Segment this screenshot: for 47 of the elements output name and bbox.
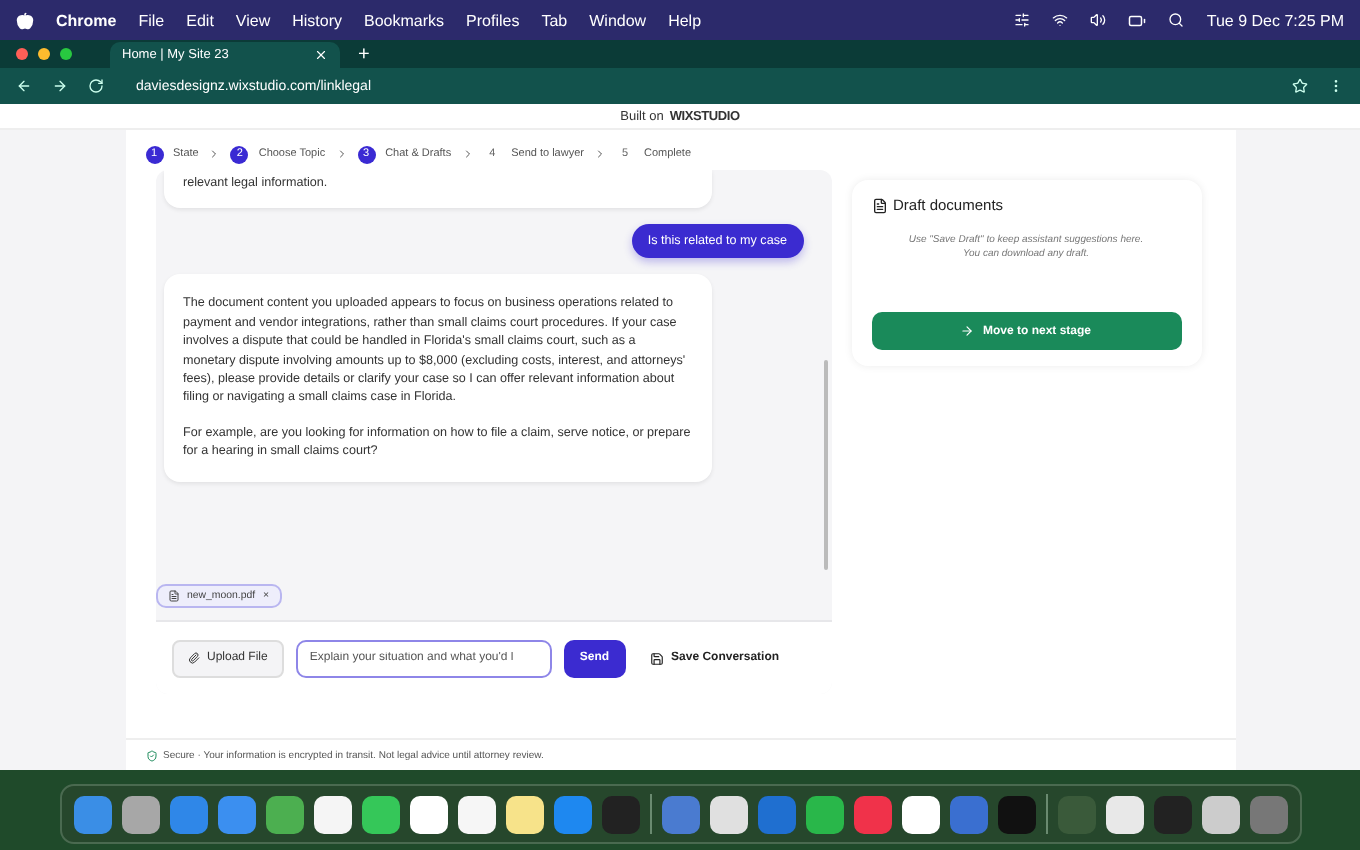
search-icon[interactable] xyxy=(1168,12,1185,28)
app-icon[interactable] xyxy=(709,795,747,833)
document-icon xyxy=(871,197,887,213)
wifi-icon[interactable] xyxy=(1052,12,1069,28)
bookmark-icon[interactable] xyxy=(1292,78,1308,94)
app-icon[interactable] xyxy=(313,795,351,833)
file-icon xyxy=(167,589,179,601)
app-icon[interactable] xyxy=(457,795,495,833)
app-icon[interactable] xyxy=(361,795,399,833)
menu-item[interactable]: Profiles xyxy=(466,11,520,29)
chevron-icon xyxy=(593,148,606,160)
menu-item[interactable]: File xyxy=(138,11,165,29)
app-icon[interactable] xyxy=(1105,795,1143,833)
shield-icon xyxy=(145,749,157,761)
apple-icon[interactable] xyxy=(16,11,34,29)
menu-item[interactable]: Bookmarks xyxy=(364,11,445,29)
menu-item[interactable]: Chrome xyxy=(56,11,117,29)
minimize-window-icon[interactable] xyxy=(38,48,50,60)
controls-icon[interactable] xyxy=(1014,12,1031,28)
battery-icon[interactable] xyxy=(1128,11,1147,29)
app-icon[interactable] xyxy=(505,795,543,833)
chevron-icon xyxy=(335,148,348,160)
chevron-icon xyxy=(208,148,221,160)
menu-item[interactable]: Window xyxy=(589,11,647,29)
close-window-icon[interactable] xyxy=(16,48,28,60)
volume-icon[interactable] xyxy=(1090,12,1107,28)
menu-item[interactable]: Tab xyxy=(541,11,568,29)
paperclip-icon xyxy=(187,652,199,664)
menu-item[interactable]: Edit xyxy=(186,11,214,29)
zoom-window-icon[interactable] xyxy=(60,48,72,60)
reload-icon[interactable] xyxy=(88,78,104,94)
scrollbar-thumb[interactable] xyxy=(823,360,827,570)
back-icon[interactable] xyxy=(16,78,32,94)
clock[interactable]: Tue 9 Dec 7:25 PM xyxy=(1206,11,1344,29)
arrow-icon xyxy=(960,324,975,338)
menu-item[interactable]: Help xyxy=(668,11,702,29)
app-icon[interactable] xyxy=(901,795,939,833)
menu-item[interactable]: History xyxy=(292,11,343,29)
menu-item[interactable]: View xyxy=(235,11,271,29)
app-icon[interactable] xyxy=(1201,795,1239,833)
new-tab-button[interactable]: + xyxy=(358,44,370,66)
app-icon[interactable] xyxy=(409,795,447,833)
save-icon xyxy=(649,651,664,665)
app-icon[interactable] xyxy=(121,795,159,833)
close-icon[interactable] xyxy=(314,48,328,62)
chevron-icon xyxy=(461,148,474,160)
forward-icon[interactable] xyxy=(52,78,68,94)
